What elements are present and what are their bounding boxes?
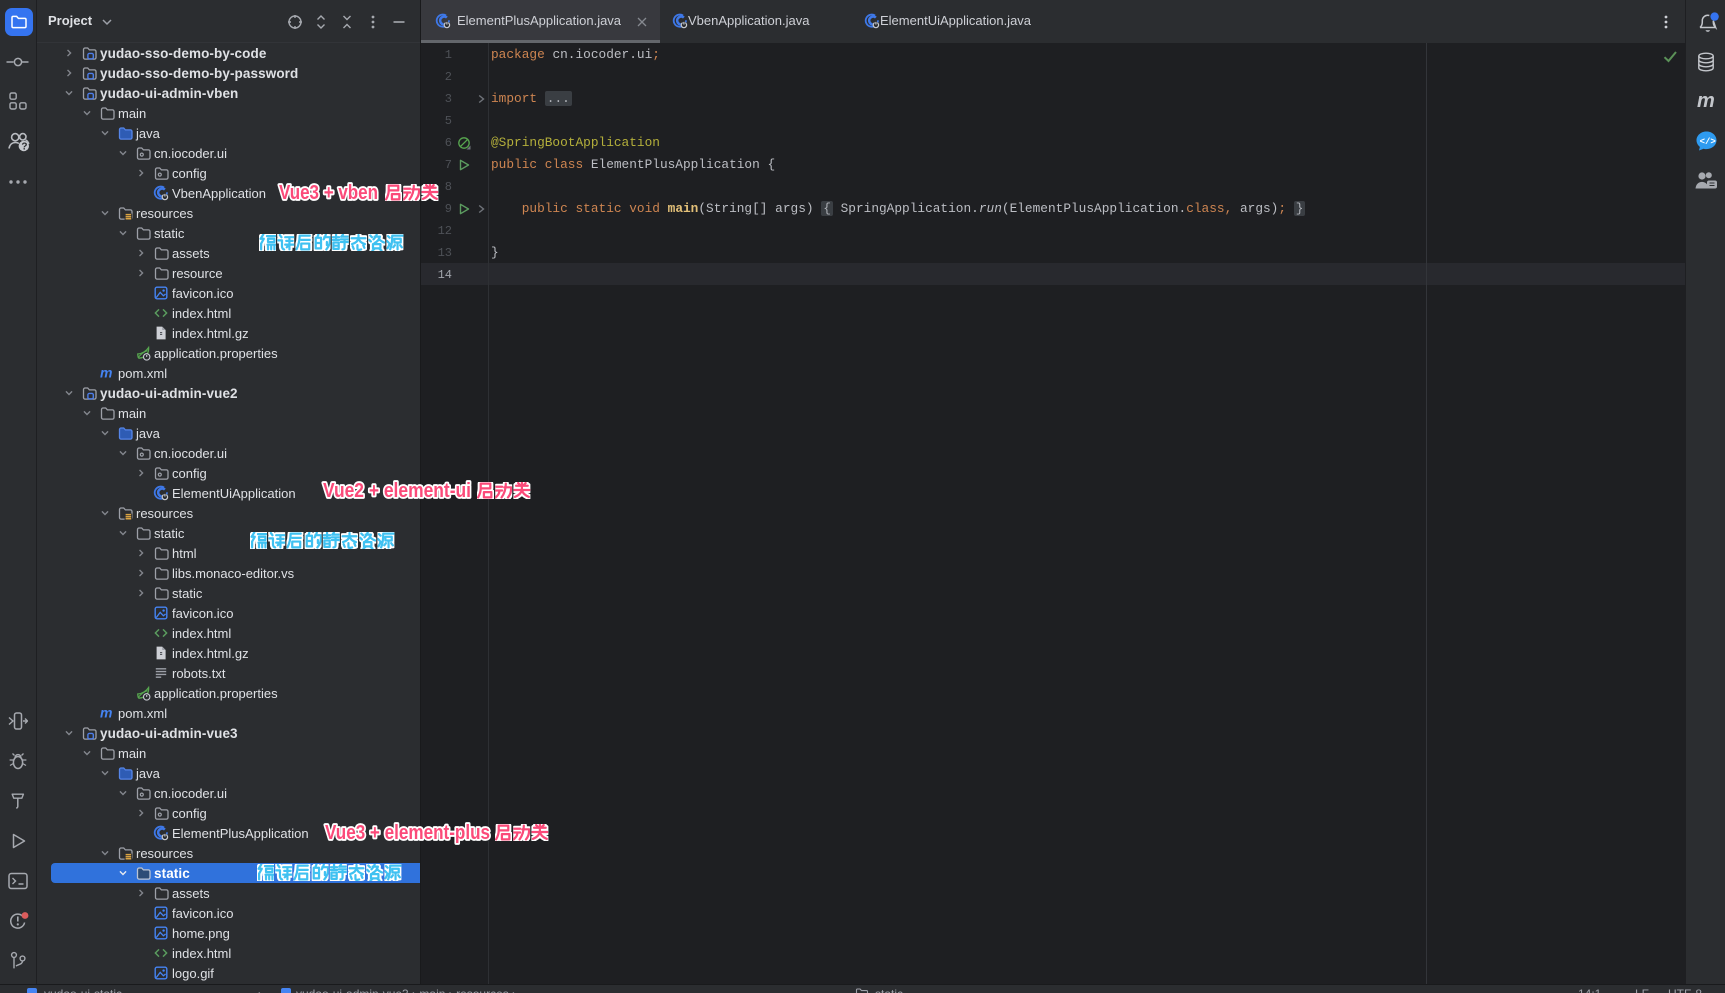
svg-text:</>: </>: [1700, 137, 1716, 147]
svg-text:m: m: [1697, 90, 1715, 112]
svg-text:Vue3 + vben: Vue3 + vben: [279, 182, 378, 204]
svg-text:Vue3 + element-plus: Vue3 + element-plus: [325, 822, 490, 844]
svg-text:?: ?: [21, 142, 27, 153]
svg-text:Vue2 + element-ui: Vue2 + element-ui: [323, 480, 471, 502]
